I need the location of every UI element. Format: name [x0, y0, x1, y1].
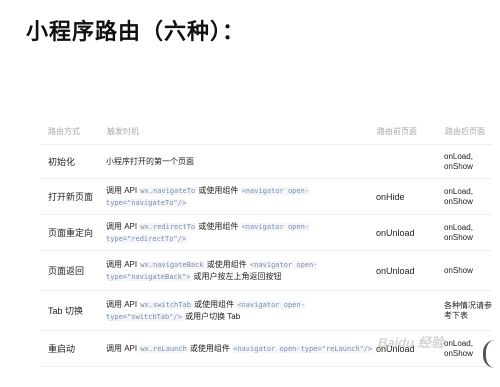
cell-trigger: 小程序打开的第一个页面 — [106, 144, 376, 179]
cell-before: onUnload — [376, 250, 444, 291]
routing-table: 路由方式 触发时机 路由前页面 路由后页面 初始化 小程序打开的第一个页面 on… — [40, 118, 492, 367]
table-row: 初始化 小程序打开的第一个页面 onLoad, onShow — [40, 144, 492, 179]
table-header-row: 路由方式 触发时机 路由前页面 路由后页面 — [40, 118, 492, 145]
trigger-text: 小程序打开的第一个页面 — [106, 156, 194, 166]
component-code: <navigator open-type="reLaunch"/> — [232, 344, 374, 353]
header-before: 路由前页面 — [376, 118, 444, 145]
trigger-text: 调用 API — [106, 259, 140, 269]
trigger-text: 或使用组件 — [196, 221, 241, 231]
table-row: 页面重定向 调用 API wx.redirectTo 或使用组件 <naviga… — [40, 214, 492, 251]
cell-trigger: 调用 API wx.reLaunch 或使用组件 <navigator open… — [106, 330, 376, 367]
cell-after: onLoad, onShow — [444, 214, 492, 251]
cell-trigger: 调用 API wx.navigateTo 或使用组件 <navigator op… — [106, 178, 376, 215]
api-code: wx.switchTab — [139, 300, 192, 309]
trigger-text: 或使用组件 — [191, 299, 237, 309]
cell-after: onLoad, onShow — [444, 178, 492, 215]
api-code: wx.navigateTo — [139, 186, 197, 195]
cell-method: 页面重定向 — [40, 214, 106, 251]
header-trigger: 触发时机 — [106, 118, 376, 145]
trigger-text: 或用户按左上角返回按钮 — [191, 271, 282, 281]
api-code: wx.navigateBack — [139, 260, 205, 269]
trigger-text: 或使用组件 — [196, 185, 241, 195]
cell-method: 打开新页面 — [40, 178, 106, 215]
cell-after: onLoad, onShow — [444, 144, 492, 179]
cell-method: 重启动 — [40, 330, 106, 367]
cell-trigger: 调用 API wx.redirectTo 或使用组件 <navigator op… — [106, 214, 376, 251]
table-row: 打开新页面 调用 API wx.navigateTo 或使用组件 <naviga… — [40, 178, 492, 215]
trigger-text: 或用户切换 Tab — [182, 311, 241, 321]
watermark: Baidu 经验 — [378, 335, 444, 350]
cell-after: 各种情况请参考下表 — [444, 290, 492, 331]
cell-method: 初始化 — [40, 144, 106, 179]
cell-before — [376, 144, 444, 179]
corner-decoration — [483, 340, 500, 368]
header-method: 路由方式 — [40, 118, 106, 145]
header-after: 路由后页面 — [444, 118, 492, 145]
table-row: 页面返回 调用 API wx.navigateBack 或使用组件 <navig… — [40, 250, 492, 291]
trigger-text: 调用 API — [106, 185, 140, 195]
api-code: wx.reLaunch — [139, 344, 188, 353]
trigger-text: 或使用组件 — [187, 343, 233, 353]
trigger-text: 或使用组件 — [204, 259, 250, 269]
cell-method: Tab 切换 — [40, 290, 106, 331]
table-row: Tab 切换 调用 API wx.switchTab 或使用组件 <naviga… — [40, 290, 492, 331]
trigger-text: 调用 API — [106, 299, 140, 309]
trigger-text: 调用 API — [106, 221, 140, 231]
cell-method: 页面返回 — [40, 250, 106, 291]
page-title: 小程序路由（六种）： — [26, 19, 246, 44]
cell-before: onUnload — [376, 214, 444, 251]
api-code: wx.redirectTo — [139, 222, 197, 231]
cell-after: onShow — [444, 250, 492, 291]
trigger-text: 调用 API — [106, 343, 140, 353]
cell-before — [376, 290, 444, 331]
cell-before: onHide — [376, 178, 444, 215]
cell-trigger: 调用 API wx.switchTab 或使用组件 <navigator ope… — [106, 290, 376, 331]
cell-trigger: 调用 API wx.navigateBack 或使用组件 <navigator … — [106, 250, 376, 291]
